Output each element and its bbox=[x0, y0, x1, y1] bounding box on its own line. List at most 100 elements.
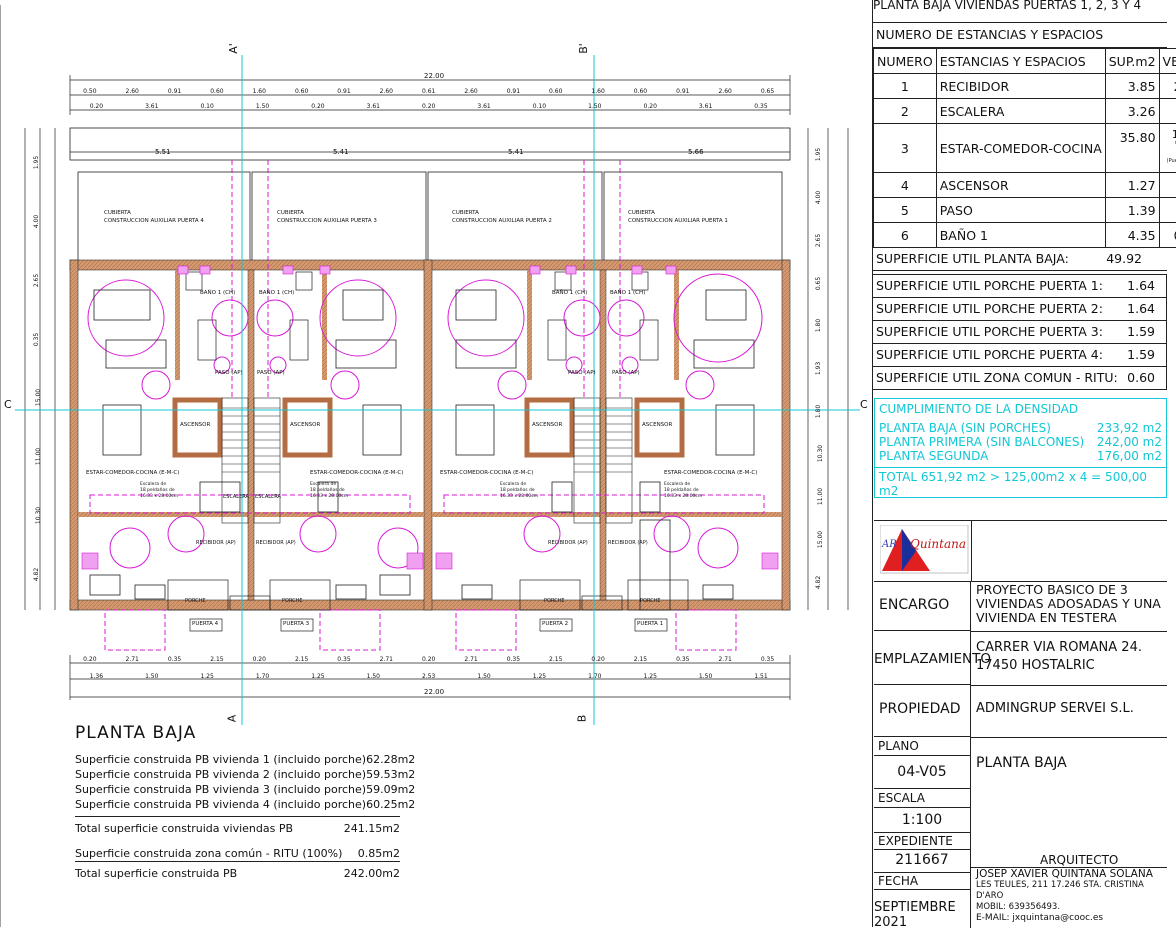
plano-title: PLANTA BAJA bbox=[976, 755, 1067, 771]
escalera-note: Escalera de18 peldaños de16.33 x 28.00cm bbox=[500, 482, 538, 500]
room-label: RECIBIDOR (AP) bbox=[196, 540, 236, 546]
expediente-cell: EXPEDIENTE 211667 bbox=[874, 833, 971, 873]
propiedad-value: ADMINGRUP SERVEI S.L. bbox=[976, 701, 1134, 716]
dimension-label: 1.80 bbox=[815, 319, 822, 332]
dimension-label: 0.35 bbox=[761, 656, 774, 663]
escalera-label: ESCALERA bbox=[223, 494, 249, 500]
dimension-label: 4.00 bbox=[33, 215, 40, 228]
side-dimensions bbox=[25, 128, 848, 610]
dimension-label: 10.30 bbox=[817, 445, 824, 462]
module-dim: 5.41 bbox=[508, 148, 524, 156]
rooms-table-row: 4ASCENSOR1.27--- bbox=[874, 173, 1176, 198]
dimension-label: 2.53 bbox=[422, 673, 435, 680]
dimension-label: 1.51 bbox=[754, 673, 767, 680]
room-label: ESTAR-COMEDOR-COCINA (E-M-C) bbox=[86, 470, 179, 476]
puerta-label: PUERTA 4 bbox=[192, 621, 218, 627]
dimension-label: 2.15 bbox=[549, 656, 562, 663]
dimension-label: 0.20 bbox=[253, 656, 266, 663]
dimension-label: 1.60 bbox=[253, 88, 266, 95]
rooms-table-title: PLANTA BAJA VIVIENDAS PUERTAS 1, 2, 3 Y … bbox=[873, 0, 1167, 23]
dimension-label: 2.65 bbox=[815, 234, 822, 247]
dimension-label: 3.61 bbox=[699, 103, 712, 110]
dimension-label: 0.20 bbox=[311, 103, 324, 110]
module-dim: 5.51 bbox=[155, 148, 171, 156]
dimension-label: 11.00 bbox=[35, 448, 42, 465]
dimension-label: 0.35 bbox=[337, 656, 350, 663]
title-block: AR Quintana ENCARGO PROYECTO BASICO DE 3… bbox=[874, 520, 1167, 928]
porch-row: SUPERFICIE UTIL PORCHE PUERTA 3:1.59 bbox=[873, 321, 1166, 344]
dimension-label: 0.65 bbox=[761, 88, 774, 95]
rooms-table-block: PLANTA BAJA VIVIENDAS PUERTAS 1, 2, 3 Y … bbox=[873, 0, 1167, 390]
room-label: ESTAR-COMEDOR-COCINA (E-M-C) bbox=[440, 470, 533, 476]
encargo-label: ENCARGO bbox=[874, 581, 971, 631]
density-row: PLANTA SEGUNDA176,00 m2 bbox=[879, 449, 1162, 463]
dimension-label: 2.15 bbox=[295, 656, 308, 663]
logo-cell: AR Quintana bbox=[874, 521, 972, 582]
dimension-label: 0.20 bbox=[591, 656, 604, 663]
dimension-label: 0.91 bbox=[337, 88, 350, 95]
dimension-label: 2.71 bbox=[126, 656, 139, 663]
dimension-label: 0.65 bbox=[815, 276, 822, 289]
escalera-note: Escalera de18 peldaños de16.33 x 28.00cm bbox=[140, 482, 178, 500]
overall-dimension: 22.00 bbox=[424, 72, 444, 80]
puerta-label: PUERTA 1 bbox=[637, 621, 663, 627]
room-label: BAÑO 1 (CH) bbox=[259, 290, 294, 296]
summary-row: Superficie construida PB vivienda 1 (inc… bbox=[75, 752, 415, 767]
dimension-label: 0.50 bbox=[83, 88, 96, 95]
dimension-label: 2.71 bbox=[464, 656, 477, 663]
room-label: PASO (AP) bbox=[612, 370, 640, 376]
porch-table: SUPERFICIE UTIL PORCHE PUERTA 1:1.64 SUP… bbox=[873, 274, 1167, 390]
room-label: PASO (AP) bbox=[215, 370, 243, 376]
porche-label: PORCHE bbox=[640, 598, 661, 604]
porch-row: SUPERFICIE UTIL PORCHE PUERTA 4:1.59 bbox=[873, 344, 1166, 367]
summary-title: PLANTA BAJA bbox=[75, 723, 196, 743]
dimension-label: 2.60 bbox=[718, 88, 731, 95]
dimension-label: 0.60 bbox=[549, 88, 562, 95]
rooms-table-row: 5PASO1.39--- bbox=[874, 198, 1176, 223]
room-label: BAÑO 1 (CH) bbox=[610, 290, 645, 296]
dimension-label: 4.82 bbox=[33, 567, 40, 580]
rooms-table: NUMERO ESTANCIAS Y ESPACIOS SUP.m2 VEN.m… bbox=[873, 48, 1176, 248]
dimension-label: 4.82 bbox=[815, 575, 822, 588]
rooms-table-row: 6BAÑO 14.350.69 bbox=[874, 223, 1176, 248]
dimension-label: 2.65 bbox=[33, 274, 40, 287]
section-b-top: B' bbox=[577, 43, 590, 54]
dimension-label: 2.15 bbox=[634, 656, 647, 663]
section-a-bottom: A bbox=[225, 715, 238, 723]
dimension-label: 1.25 bbox=[200, 673, 213, 680]
dimension-label: 2.15 bbox=[210, 656, 223, 663]
summary-total: Total superficie construida PB242.00m2 bbox=[75, 866, 400, 881]
room-label: ESTAR-COMEDOR-COCINA (E-M-C) bbox=[310, 470, 403, 476]
ascensor-label: ASCENSOR bbox=[180, 422, 210, 428]
escala-cell: ESCALA 1:100 bbox=[874, 789, 971, 833]
ascensor-label: ASCENSOR bbox=[642, 422, 672, 428]
summary-block: Superficie construida PB vivienda 1 (inc… bbox=[75, 752, 400, 881]
puerta-label: PUERTA 3 bbox=[283, 621, 309, 627]
dimension-label: 1.25 bbox=[311, 673, 324, 680]
dimension-label: 0.35 bbox=[676, 656, 689, 663]
propiedad-label: PROPIEDAD bbox=[874, 685, 971, 737]
rooms-table-row: 3ESTAR-COMEDOR-COCINA35.80 12.18(Puerta … bbox=[874, 124, 1176, 173]
dimension-label: 0.20 bbox=[422, 656, 435, 663]
dimension-label: 1.50 bbox=[256, 103, 269, 110]
plano-cell: PLANO 04-V05 bbox=[874, 737, 971, 789]
escalera-note: Escalera de18 peldaños de16.33 x 28.00cm bbox=[664, 482, 702, 500]
section-c-right: C bbox=[860, 398, 868, 411]
dimension-label: 0.60 bbox=[634, 88, 647, 95]
dimension-label: 2.71 bbox=[718, 656, 731, 663]
room-label: PASO (AP) bbox=[257, 370, 285, 376]
dimension-label: 0.20 bbox=[422, 103, 435, 110]
dimension-label: 0.61 bbox=[422, 88, 435, 95]
dimension-label: 1.25 bbox=[644, 673, 657, 680]
dimension-label: 2.71 bbox=[380, 656, 393, 663]
dimension-label: 1.36 bbox=[90, 673, 103, 680]
dimension-label: 1.50 bbox=[145, 673, 158, 680]
porche-label: PORCHE bbox=[282, 598, 303, 604]
section-a-top: A' bbox=[227, 43, 240, 54]
dimension-label: 1.50 bbox=[588, 103, 601, 110]
dimension-label: 0.91 bbox=[507, 88, 520, 95]
fecha-cell: FECHA SEPTIEMBRE 2021 bbox=[874, 873, 971, 928]
dimension-label: 1.25 bbox=[533, 673, 546, 680]
roof-label: CUBIERTACONSTRUCCION AUXILIAR PUERTA 4 bbox=[104, 209, 204, 225]
dimension-label: 1.60 bbox=[591, 88, 604, 95]
